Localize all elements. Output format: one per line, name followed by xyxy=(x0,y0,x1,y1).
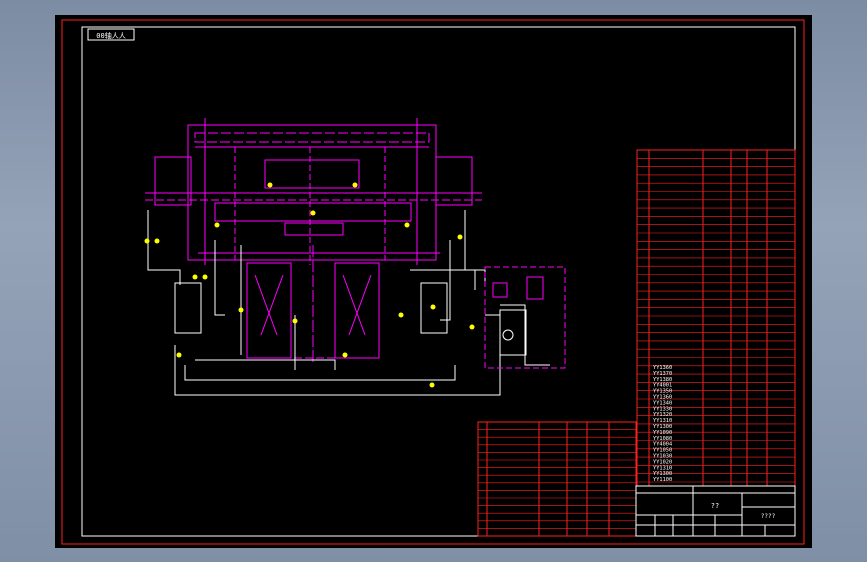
drawing-canvas: 00轴人人 YY1360YY1370YY1380YY4001YY1350YY13… xyxy=(61,19,805,545)
bom-bottom xyxy=(477,421,637,537)
drawing-code: ???? xyxy=(761,513,776,520)
hydraulic-piping xyxy=(147,210,550,396)
inner-frame xyxy=(81,26,796,537)
bom-codes: YY1360YY1370YY1380YY4001YY1350YY1360YY13… xyxy=(653,365,672,483)
bom-code: YY1100 xyxy=(653,477,672,483)
view-label: 00轴人人 xyxy=(87,28,135,41)
bom-bottom-rows xyxy=(478,429,636,529)
bom-right: YY1360YY1370YY1380YY4001YY1350YY1360YY13… xyxy=(636,149,796,487)
machine-assembly xyxy=(145,118,482,365)
view-label-text: 00轴人人 xyxy=(96,31,125,40)
cad-viewport[interactable]: 00轴人人 YY1360 YY1370 YY1380 YY4001 YY1350… xyxy=(55,15,812,548)
drawing-name: ?? xyxy=(711,502,719,510)
title-block xyxy=(635,485,796,537)
